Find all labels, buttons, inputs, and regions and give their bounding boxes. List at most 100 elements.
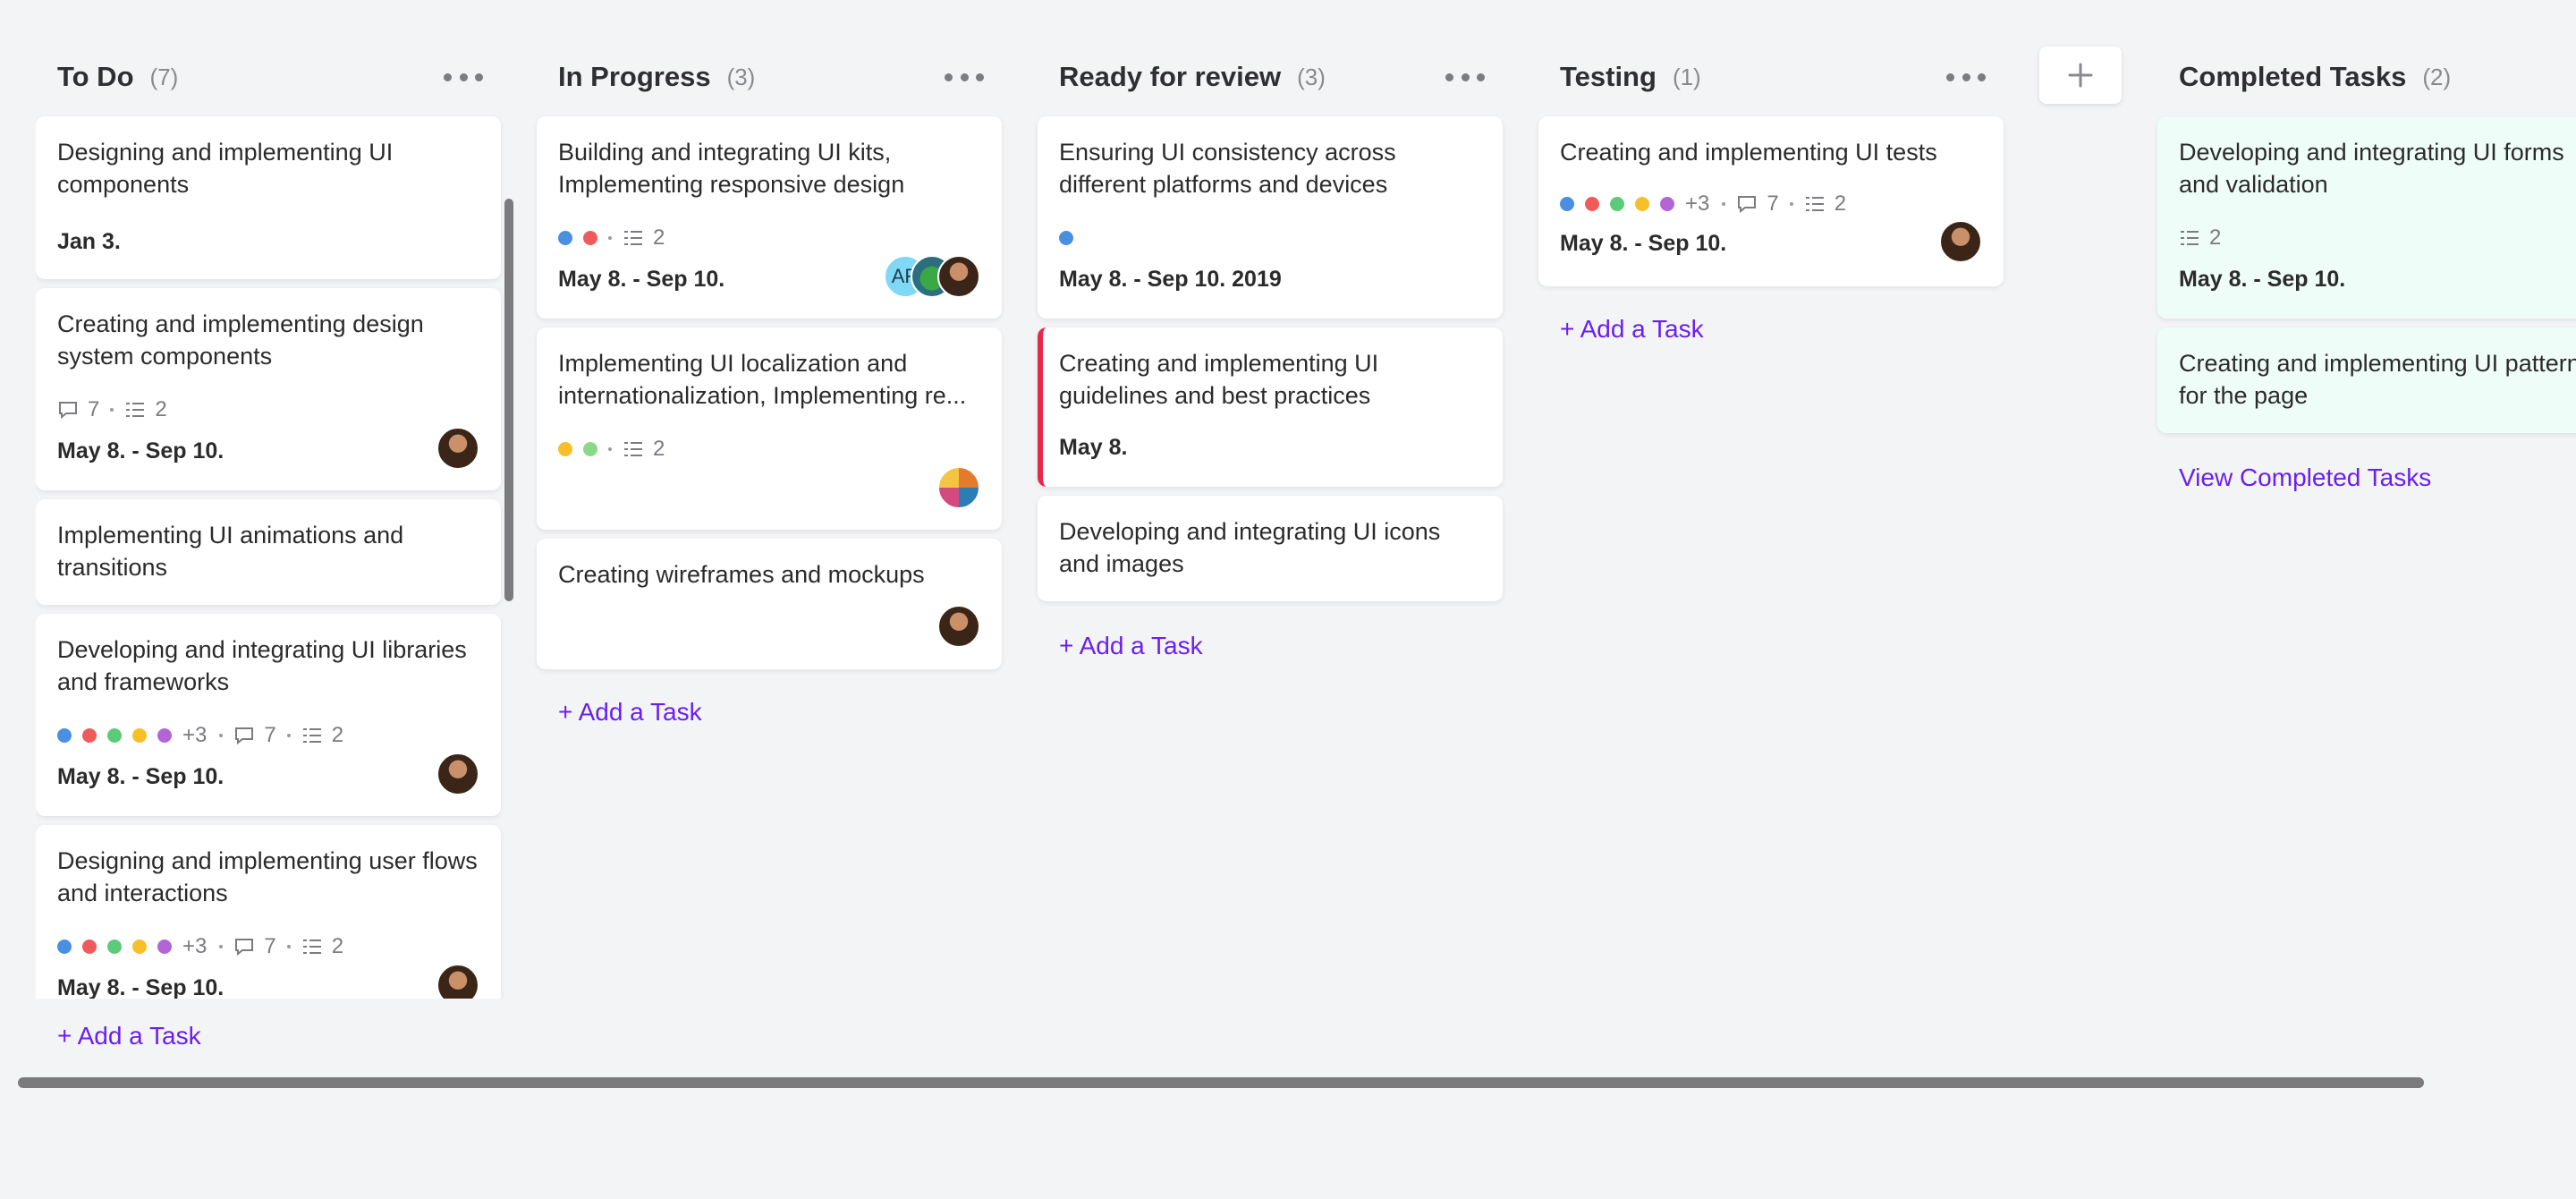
more-horizontal-icon[interactable] bbox=[444, 63, 483, 91]
add-task-link[interactable]: + Add a Task bbox=[1059, 632, 1203, 660]
task-card[interactable]: Creating wireframes and mockups bbox=[537, 539, 1002, 669]
task-title: Implementing UI localization and interna… bbox=[558, 350, 967, 409]
task-card-completed[interactable]: Developing and integrating UI forms and … bbox=[2157, 116, 2576, 319]
avatar[interactable] bbox=[937, 605, 980, 648]
label-dot bbox=[1660, 197, 1674, 211]
checklist-icon bbox=[302, 940, 321, 954]
task-title: Ensuring UI consistency across different… bbox=[1059, 139, 1396, 198]
add-task-link[interactable]: + Add a Task bbox=[57, 1022, 201, 1050]
task-title: Developing and integrating UI icons and … bbox=[1059, 518, 1441, 577]
task-title: Creating and implementing UI guidelines … bbox=[1059, 350, 1379, 409]
label-dot bbox=[558, 231, 572, 245]
subtask-count: 2 bbox=[653, 437, 665, 461]
task-title: Designing and implementing UI components bbox=[57, 139, 394, 198]
task-meta: +3 7 2 bbox=[57, 934, 343, 959]
checklist-icon bbox=[302, 728, 321, 743]
meta-separator bbox=[219, 945, 224, 948]
task-card[interactable]: Creating and implementing UI tests +3 7 … bbox=[1538, 116, 2004, 286]
column-completed-tasks: Completed Tasks (2) Developing and integ… bbox=[2157, 0, 2576, 895]
column-count: (3) bbox=[726, 63, 756, 90]
task-card[interactable]: Implementing UI animations and transitio… bbox=[36, 499, 501, 605]
checklist-icon bbox=[624, 231, 642, 245]
add-column-button[interactable] bbox=[2039, 47, 2122, 104]
task-title: Creating and implementing design system … bbox=[57, 310, 424, 370]
label-dot bbox=[1585, 197, 1599, 211]
horizontal-scrollbar[interactable] bbox=[18, 1077, 2424, 1088]
task-card[interactable]: Implementing UI localization and interna… bbox=[537, 327, 1002, 530]
label-dot bbox=[1059, 231, 1073, 245]
checklist-icon bbox=[1805, 197, 1824, 211]
task-date: May 8. - Sep 10. 2019 bbox=[1059, 267, 1282, 292]
more-labels-count: +3 bbox=[1685, 191, 1710, 216]
task-card[interactable]: Developing and integrating UI libraries … bbox=[36, 614, 501, 816]
column-header: Ready for review (3) bbox=[1038, 55, 1503, 98]
meta-separator bbox=[110, 408, 114, 412]
label-dot bbox=[82, 728, 97, 743]
plus-icon bbox=[2068, 63, 2093, 88]
checklist-icon bbox=[624, 442, 642, 456]
task-date: May 8. - Sep 10. bbox=[57, 764, 225, 789]
subtask-count: 2 bbox=[2209, 225, 2222, 250]
label-dot bbox=[558, 442, 572, 456]
comment-count: 7 bbox=[88, 397, 100, 421]
column-ready-for-review: Ready for review (3) Ensuring UI consist… bbox=[1038, 0, 1503, 895]
avatar[interactable] bbox=[937, 466, 980, 509]
column-count: (2) bbox=[2422, 63, 2452, 90]
task-card[interactable]: Ensuring UI consistency across different… bbox=[1038, 116, 1503, 319]
task-card[interactable]: Developing and integrating UI icons and … bbox=[1038, 496, 1503, 601]
label-dot bbox=[107, 728, 122, 743]
comment-count: 7 bbox=[264, 723, 276, 747]
column-title: Testing bbox=[1560, 61, 1657, 92]
comment-count: 7 bbox=[1767, 191, 1779, 216]
to-do-card-list[interactable]: Designing and implementing UI components… bbox=[36, 107, 508, 999]
task-meta: 7 2 bbox=[57, 397, 167, 422]
add-task-link[interactable]: + Add a Task bbox=[558, 698, 702, 727]
avatar[interactable] bbox=[1939, 220, 1982, 263]
meta-separator bbox=[608, 447, 612, 451]
task-card[interactable]: Designing and implementing UI components… bbox=[36, 116, 501, 279]
task-title: Developing and integrating UI libraries … bbox=[57, 636, 467, 695]
checklist-icon bbox=[2181, 231, 2199, 245]
task-card-high-priority[interactable]: Creating and implementing UI guidelines … bbox=[1038, 327, 1503, 487]
label-dot bbox=[157, 940, 172, 954]
task-card[interactable]: Building and integrating UI kits, Implem… bbox=[537, 116, 1002, 319]
avatar[interactable] bbox=[937, 255, 980, 298]
subtask-count: 2 bbox=[1834, 191, 1847, 216]
label-dot bbox=[583, 442, 597, 456]
label-dot bbox=[57, 940, 72, 954]
label-dot bbox=[1560, 197, 1574, 211]
column-title: Ready for review bbox=[1059, 61, 1282, 92]
label-dot bbox=[107, 940, 122, 954]
avatar[interactable] bbox=[436, 753, 479, 795]
avatar[interactable] bbox=[436, 964, 479, 999]
column-header: Completed Tasks (2) bbox=[2157, 55, 2576, 98]
meta-separator bbox=[608, 236, 612, 240]
more-horizontal-icon[interactable] bbox=[1946, 63, 1986, 91]
avatar[interactable] bbox=[436, 427, 479, 470]
more-horizontal-icon[interactable] bbox=[945, 63, 984, 91]
task-card[interactable]: Designing and implementing user flows an… bbox=[36, 825, 501, 999]
kanban-board: To Do (7) Designing and implementing UI … bbox=[0, 0, 2576, 1199]
label-dot bbox=[1610, 197, 1624, 211]
column-in-progress: In Progress (3) Building and integrating… bbox=[537, 0, 1002, 895]
column-testing: Testing (1) Creating and implementing UI… bbox=[1538, 0, 2004, 895]
task-date: May 8. bbox=[1059, 435, 1128, 460]
more-horizontal-icon[interactable] bbox=[1445, 63, 1485, 91]
label-dot bbox=[157, 728, 172, 743]
subtask-count: 2 bbox=[155, 397, 167, 421]
task-card-completed[interactable]: Creating and implementing UI patterns fo… bbox=[2157, 327, 2576, 433]
column-header: In Progress (3) bbox=[537, 55, 1002, 98]
subtask-count: 2 bbox=[331, 934, 344, 958]
vertical-scrollbar[interactable] bbox=[504, 199, 513, 601]
task-date: May 8. - Sep 10. bbox=[57, 975, 225, 999]
column-title: To Do bbox=[57, 61, 134, 92]
task-meta: +3 7 2 bbox=[57, 723, 343, 748]
label-dot bbox=[132, 940, 147, 954]
view-completed-tasks-link[interactable]: View Completed Tasks bbox=[2179, 463, 2431, 492]
subtask-count: 2 bbox=[653, 225, 665, 250]
label-dot bbox=[132, 728, 147, 743]
add-task-link[interactable]: + Add a Task bbox=[1560, 315, 1704, 344]
comment-icon bbox=[59, 402, 77, 420]
task-card[interactable]: Creating and implementing design system … bbox=[36, 288, 501, 490]
meta-separator bbox=[286, 734, 291, 737]
